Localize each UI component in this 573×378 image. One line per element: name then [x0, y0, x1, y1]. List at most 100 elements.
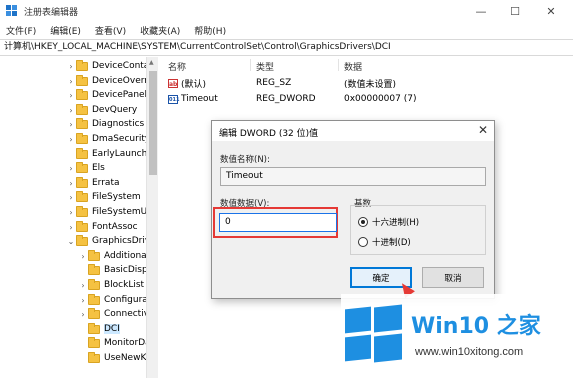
folder-icon: [88, 278, 100, 290]
close-button[interactable]: ✕: [533, 0, 569, 22]
radio-checked-icon[interactable]: [358, 217, 368, 227]
tree-item[interactable]: UseNewKe: [78, 351, 151, 365]
folder-icon: [76, 190, 88, 202]
radio-hex[interactable]: 十六进制(H): [358, 216, 419, 228]
folder-icon: [76, 220, 88, 232]
tree-item[interactable]: › Connectivi: [78, 307, 152, 321]
chevron-right-icon[interactable]: ›: [66, 62, 76, 71]
tree-item[interactable]: › FontAssoc: [66, 220, 138, 234]
folder-icon: [76, 147, 88, 159]
chevron-right-icon[interactable]: ›: [66, 77, 76, 86]
tree-item[interactable]: BasicDispl: [78, 263, 150, 277]
tree-item[interactable]: DCI: [78, 322, 120, 336]
value-row[interactable]: 011 Timeout: [168, 92, 218, 106]
tree-item-label: UseNewKe: [104, 353, 152, 363]
column-divider[interactable]: [250, 59, 251, 71]
folder-icon: [88, 249, 100, 261]
folder-icon: [88, 351, 100, 363]
scroll-up-icon[interactable]: ▲: [149, 59, 154, 66]
tree-item-label: Els: [92, 163, 105, 173]
tree-item-label: DmaSecurity: [92, 134, 151, 144]
dialog-close-icon[interactable]: ✕: [478, 123, 488, 137]
tree-item[interactable]: ⌄ GraphicsDriv: [66, 234, 150, 248]
radio-hex-label: 十六进制(H): [372, 218, 420, 228]
menu-favorites[interactable]: 收藏夹(A): [140, 24, 180, 37]
value-name-label: 数值名称(N):: [220, 155, 270, 165]
folder-icon: [88, 293, 100, 305]
tree-item[interactable]: › DevQuery: [66, 103, 137, 117]
column-header-name[interactable]: 名称: [168, 60, 186, 73]
tree-item-label: GraphicsDriv: [92, 236, 151, 246]
chevron-right-icon[interactable]: ›: [66, 179, 76, 188]
chevron-right-icon[interactable]: ›: [66, 208, 76, 217]
tree-item-label: BasicDispl: [104, 265, 151, 275]
folder-icon: [76, 234, 88, 246]
chevron-right-icon[interactable]: ›: [66, 193, 76, 202]
chevron-right-icon[interactable]: ›: [66, 223, 76, 232]
menu-help[interactable]: 帮助(H): [194, 24, 226, 37]
tree-item[interactable]: › FileSystemUti: [66, 205, 153, 219]
tree-item[interactable]: › Errata: [66, 176, 120, 190]
folder-icon: [76, 88, 88, 100]
tree-item[interactable]: MonitorDa: [78, 336, 151, 350]
value-row[interactable]: ab (默认): [168, 76, 206, 90]
menu-bar: 文件(F) 编辑(E) 查看(V) 收藏夹(A) 帮助(H): [0, 22, 573, 39]
chevron-right-icon[interactable]: ›: [66, 135, 76, 144]
tree-item-label: Diagnostics: [92, 119, 145, 129]
dialog-title-bar: 编辑 DWORD (32 位)值 ✕: [212, 121, 494, 141]
menu-view[interactable]: 查看(V): [95, 24, 126, 37]
tree-item[interactable]: › DeviceOverri: [66, 74, 150, 88]
chevron-right-icon[interactable]: ›: [78, 296, 88, 305]
folder-icon: [88, 336, 100, 348]
tree-item[interactable]: › DmaSecurity: [66, 132, 150, 146]
scrollbar-thumb[interactable]: [149, 71, 157, 175]
tree-item[interactable]: › BlockList: [78, 278, 144, 292]
tree-item-label: Additional: [104, 251, 150, 261]
tree-item-label: BlockList: [104, 280, 145, 290]
chevron-down-icon[interactable]: ⌄: [66, 237, 76, 246]
registry-tree: › DeviceContai › DeviceOverri › DevicePanels ›…: [0, 57, 158, 378]
tree-item-label: FontAssoc: [92, 222, 138, 232]
radio-dec-label: 十进制(D): [372, 238, 411, 248]
tree-item-label: DevicePanels: [92, 90, 152, 100]
tree-item[interactable]: › Els: [66, 161, 105, 175]
folder-icon: [76, 132, 88, 144]
column-divider[interactable]: [338, 59, 339, 71]
minimize-button[interactable]: —: [463, 0, 499, 22]
chevron-right-icon[interactable]: ›: [78, 310, 88, 319]
tree-item[interactable]: EarlyLaunch: [66, 147, 147, 161]
chevron-right-icon[interactable]: ›: [66, 120, 76, 129]
column-header-type[interactable]: 类型: [256, 60, 274, 73]
chevron-right-icon[interactable]: ›: [66, 164, 76, 173]
tree-scrollbar[interactable]: ▲: [146, 57, 158, 378]
tree-item[interactable]: › Additional: [78, 249, 149, 263]
chevron-right-icon[interactable]: ›: [66, 106, 76, 115]
tree-item[interactable]: › DeviceContai: [66, 59, 152, 73]
watermark-url: www.win10xitong.com: [415, 346, 524, 358]
tree-item[interactable]: › Configurat: [78, 293, 151, 307]
column-header-data[interactable]: 数据: [344, 60, 362, 73]
maximize-button[interactable]: ☐: [497, 0, 533, 22]
tree-item-label: DeviceContai: [92, 61, 152, 71]
folder-icon: [88, 322, 100, 334]
radio-dec[interactable]: 十进制(D): [358, 236, 411, 248]
folder-icon: [88, 307, 100, 319]
cancel-button[interactable]: 取消: [422, 267, 484, 288]
chevron-right-icon[interactable]: ›: [66, 91, 76, 100]
value-data-input[interactable]: 0: [219, 213, 337, 232]
value-type: REG_SZ: [256, 78, 292, 88]
chevron-right-icon[interactable]: ›: [78, 252, 88, 261]
menu-file[interactable]: 文件(F): [6, 24, 36, 37]
radio-unchecked-icon[interactable]: [358, 237, 368, 247]
menu-edit[interactable]: 编辑(E): [50, 24, 81, 37]
tree-item-label: Configurat: [104, 295, 152, 305]
chevron-right-icon[interactable]: ›: [78, 281, 88, 290]
tree-item[interactable]: › DevicePanels: [66, 88, 152, 102]
binary-value-icon: 011: [168, 94, 180, 104]
value-name: (默认): [181, 79, 207, 90]
tree-item[interactable]: › FileSystem: [66, 190, 141, 204]
tree-item[interactable]: › Diagnostics: [66, 117, 144, 131]
folder-icon: [76, 74, 88, 86]
address-bar[interactable]: 计算机\HKEY_LOCAL_MACHINE\SYSTEM\CurrentCon…: [0, 39, 573, 56]
folder-icon: [76, 117, 88, 129]
